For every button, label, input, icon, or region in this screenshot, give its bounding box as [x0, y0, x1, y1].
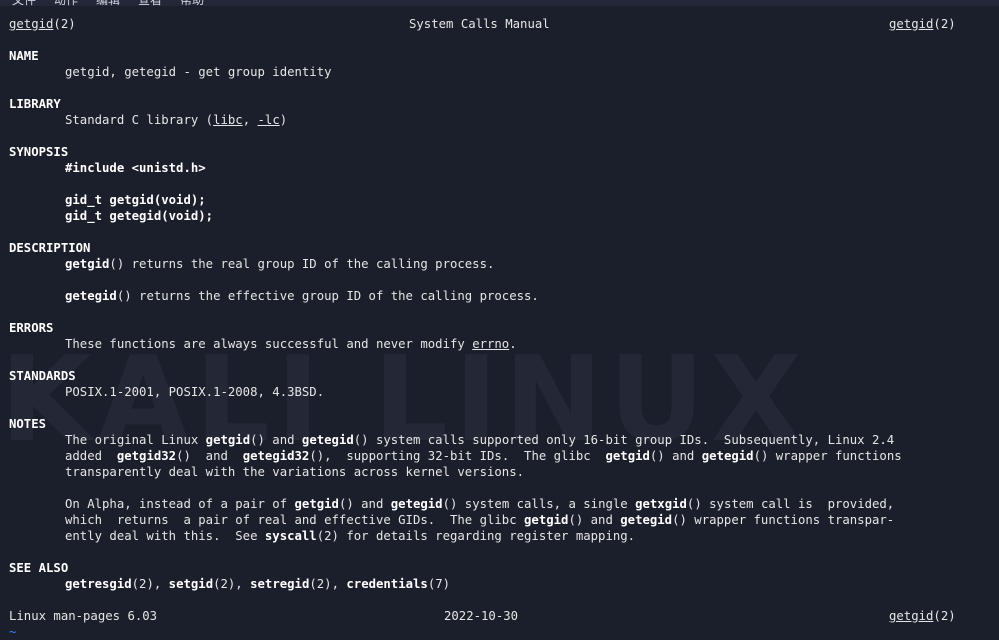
- menu-file[interactable]: 文件: [12, 0, 36, 6]
- header-left: getgid(2): [9, 17, 76, 31]
- notes-line-3: transparently deal with the variations a…: [65, 465, 525, 479]
- standards-text: POSIX.1-2001, POSIX.1-2008, 4.3BSD.: [65, 385, 325, 399]
- terminal-output[interactable]: getgid(2) System Calls Manual getgid(2) …: [9, 14, 999, 639]
- name-text: getgid, getegid - get group identity: [65, 65, 332, 79]
- section-heading-standards: STANDARDS: [9, 369, 76, 383]
- header-center: System Calls Manual: [409, 17, 550, 31]
- description-p1: getgid() returns the real group ID of th…: [65, 257, 495, 271]
- menu-edit[interactable]: 编辑: [96, 0, 120, 6]
- section-heading-errors: ERRORS: [9, 321, 54, 335]
- header-right: getgid(2): [889, 17, 956, 31]
- section-heading-see-also: SEE ALSO: [9, 561, 69, 575]
- see-also-list: getresgid(2), setgid(2), setregid(2), cr…: [65, 577, 451, 591]
- menu-bar: 文件 动作 编辑 查看 帮助: [0, 0, 999, 6]
- menu-view[interactable]: 查看: [138, 0, 162, 6]
- errors-text: These functions are always successful an…: [65, 337, 517, 351]
- notes-line-1: The original Linux getgid() and getegid(…: [65, 433, 895, 447]
- section-heading-name: NAME: [9, 49, 39, 63]
- footer-center: 2022-10-30: [444, 609, 519, 623]
- synopsis-proto-getgid: gid_t getgid(void);: [65, 193, 206, 207]
- library-text: Standard C library (libc, -lc): [65, 113, 288, 127]
- section-heading-description: DESCRIPTION: [9, 241, 91, 255]
- notes-line-2: added getgid32() and getegid32(), suppor…: [65, 449, 902, 463]
- notes-line-4: On Alpha, instead of a pair of getgid() …: [65, 497, 895, 511]
- section-heading-notes: NOTES: [9, 417, 47, 431]
- description-p2: getegid() returns the effective group ID…: [65, 289, 539, 303]
- section-heading-library: LIBRARY: [9, 97, 61, 111]
- menu-action[interactable]: 动作: [54, 0, 78, 6]
- synopsis-include: #include <unistd.h>: [65, 161, 206, 175]
- synopsis-proto-getegid: gid_t getegid(void);: [65, 209, 214, 223]
- section-heading-synopsis: SYNOPSIS: [9, 145, 69, 159]
- pager-tilde: ~: [9, 625, 17, 639]
- notes-line-6: ently deal with this. See syscall(2) for…: [65, 529, 636, 543]
- footer-left: Linux man-pages 6.03: [9, 609, 158, 623]
- notes-line-5: which returns a pair of real and effecti…: [65, 513, 895, 527]
- footer-right: getgid(2): [889, 609, 956, 623]
- menu-help[interactable]: 帮助: [180, 0, 204, 6]
